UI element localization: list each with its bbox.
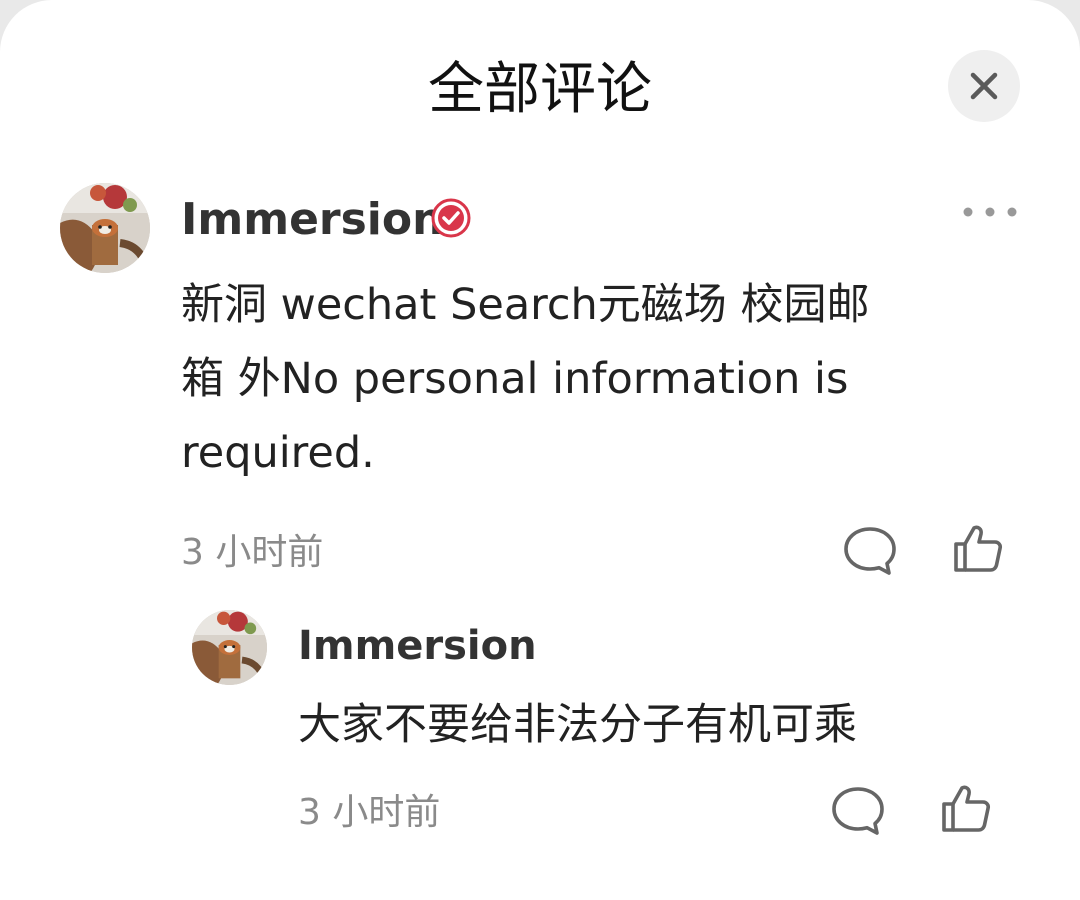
- comment-text: 新洞 wechat Search元磁场 校园邮 箱 外No personal i…: [181, 268, 981, 490]
- comment-text-line: 新洞 wechat Search元磁场 校园邮: [181, 280, 870, 330]
- comment-bubble-icon[interactable]: [842, 525, 898, 577]
- avatar[interactable]: [60, 183, 150, 273]
- more-icon[interactable]: [960, 202, 1020, 222]
- reply-text: 大家不要给非法分子有机可乘: [298, 700, 857, 750]
- sheet-title: 全部评论: [428, 57, 652, 122]
- close-icon: [970, 72, 998, 100]
- close-button[interactable]: [948, 50, 1020, 122]
- like-thumb-icon[interactable]: [952, 522, 1004, 574]
- comment-author[interactable]: Immersion: [181, 198, 443, 242]
- comment-text-line: 箱 外No personal information is: [181, 354, 849, 404]
- comments-sheet: 全部评论 Immersion 新洞 wechat Search元磁场 校园邮 箱…: [0, 0, 1080, 900]
- reply-timestamp: 3 小时前: [298, 792, 441, 833]
- comment-bubble-icon[interactable]: [830, 785, 886, 837]
- reply-author[interactable]: Immersion: [298, 626, 537, 666]
- like-thumb-icon[interactable]: [940, 782, 992, 834]
- avatar[interactable]: [192, 610, 267, 685]
- verified-badge-icon: [431, 198, 471, 238]
- comment-timestamp: 3 小时前: [181, 532, 324, 573]
- comment-text-line: required.: [181, 428, 375, 478]
